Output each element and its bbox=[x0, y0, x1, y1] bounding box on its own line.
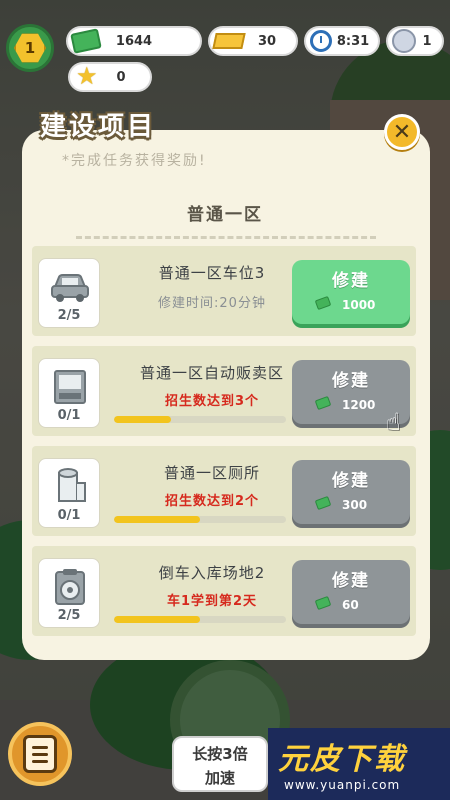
build-cost: 300 bbox=[342, 498, 368, 512]
project-row: 0/1 普通一区自动贩卖区 招生数达到3个 修建 1200 bbox=[32, 346, 416, 436]
speed-up-label-line2: 加速 bbox=[204, 769, 235, 787]
build-button[interactable]: 修建 60 bbox=[292, 560, 410, 624]
build-cost: 60 bbox=[342, 598, 359, 612]
close-button[interactable]: ✕ bbox=[384, 114, 420, 150]
project-row: 0/1 普通一区厕所 招生数达到2个 修建 300 bbox=[32, 446, 416, 536]
students-value: 1 bbox=[422, 33, 432, 49]
project-thumbnail: 2/5 bbox=[38, 258, 100, 328]
level-value: 1 bbox=[14, 33, 46, 63]
gold-counter[interactable]: 30 bbox=[208, 26, 298, 56]
build-time-label: 修建时间:20分钟 bbox=[158, 296, 266, 311]
cash-value: 1644 bbox=[115, 33, 153, 49]
vending-machine-icon bbox=[54, 370, 86, 404]
project-row: 2/5 倒车入库场地2 车1学到第2天 修建 60 bbox=[32, 546, 416, 636]
watermark-url: www.yuanpi.com bbox=[284, 778, 401, 792]
cash-icon bbox=[314, 595, 332, 611]
build-button-label: 修建 bbox=[332, 371, 370, 391]
project-thumbnail: 2/5 bbox=[38, 558, 100, 628]
cash-icon bbox=[314, 495, 332, 511]
gold-bar-icon bbox=[212, 33, 246, 49]
gold-value: 30 bbox=[257, 33, 277, 49]
build-cost: 1200 bbox=[342, 398, 376, 412]
project-thumbnail: 0/1 bbox=[38, 358, 100, 428]
project-row: 2/5 普通一区车位3 修建时间:20分钟 修建 1000 bbox=[32, 246, 416, 336]
requirement-progress-bar bbox=[114, 516, 286, 523]
watermark-logo: 元皮下载 bbox=[278, 742, 406, 777]
progress-fill bbox=[114, 516, 200, 523]
project-name: 普通一区厕所 bbox=[163, 464, 260, 482]
student-face-icon bbox=[392, 29, 416, 53]
project-thumbnail: 0/1 bbox=[38, 458, 100, 528]
build-count: 2/5 bbox=[57, 608, 81, 623]
section-title: 普通一区 bbox=[187, 205, 263, 225]
cash-icon bbox=[314, 395, 332, 411]
menu-button[interactable] bbox=[8, 722, 72, 786]
dialog-title: 建设项目 bbox=[40, 112, 157, 142]
cash-icon bbox=[70, 28, 102, 54]
build-button[interactable]: 修建 300 bbox=[292, 460, 410, 524]
close-icon: ✕ bbox=[392, 119, 412, 145]
clock-display: 8:31 bbox=[304, 26, 380, 56]
requirement-label: 车1学到第2天 bbox=[166, 594, 258, 609]
project-name: 普通一区自动贩卖区 bbox=[139, 364, 284, 382]
build-button[interactable]: 修建 1000 bbox=[292, 260, 410, 324]
build-count: 0/1 bbox=[57, 508, 81, 523]
star-counter[interactable]: ★ 0 bbox=[68, 62, 152, 92]
speed-up-label-line1: 长按3倍 bbox=[192, 745, 248, 763]
dialog-subtitle: *完成任务获得奖励! bbox=[62, 153, 207, 169]
requirement-progress-bar bbox=[114, 616, 286, 623]
menu-list-icon bbox=[23, 735, 57, 773]
students-counter[interactable]: 1 bbox=[386, 26, 444, 56]
requirement-label: 招生数达到3个 bbox=[164, 394, 260, 409]
project-name: 普通一区车位3 bbox=[158, 264, 266, 282]
cash-icon bbox=[314, 295, 332, 311]
project-name: 倒车入库场地2 bbox=[158, 564, 266, 582]
build-count: 2/5 bbox=[57, 308, 81, 323]
build-button-label: 修建 bbox=[332, 571, 370, 591]
tutorial-hand-icon: ☝ bbox=[386, 408, 401, 436]
star-icon: ★ bbox=[76, 62, 98, 90]
section-divider bbox=[76, 236, 376, 239]
build-cost: 1000 bbox=[342, 298, 376, 312]
clipboard-steering-icon bbox=[55, 569, 85, 605]
clock-icon bbox=[310, 30, 332, 52]
requirement-label: 招生数达到2个 bbox=[164, 494, 260, 509]
watermark: 元皮下载 www.yuanpi.com bbox=[268, 728, 450, 800]
time-value: 8:31 bbox=[336, 33, 370, 49]
progress-fill bbox=[114, 616, 200, 623]
build-button-label: 修建 bbox=[332, 471, 370, 491]
cash-counter[interactable]: 1644 bbox=[66, 26, 202, 56]
requirement-progress-bar bbox=[114, 416, 286, 423]
build-count: 0/1 bbox=[57, 408, 81, 423]
build-button-label: 修建 bbox=[332, 271, 370, 291]
stars-value: 0 bbox=[116, 69, 126, 85]
progress-fill bbox=[114, 416, 171, 423]
speed-up-button[interactable]: 长按3倍 加速 bbox=[172, 736, 268, 792]
car-icon bbox=[51, 274, 89, 302]
level-badge[interactable]: 1 bbox=[6, 24, 54, 72]
toilet-paper-icon bbox=[58, 468, 86, 502]
